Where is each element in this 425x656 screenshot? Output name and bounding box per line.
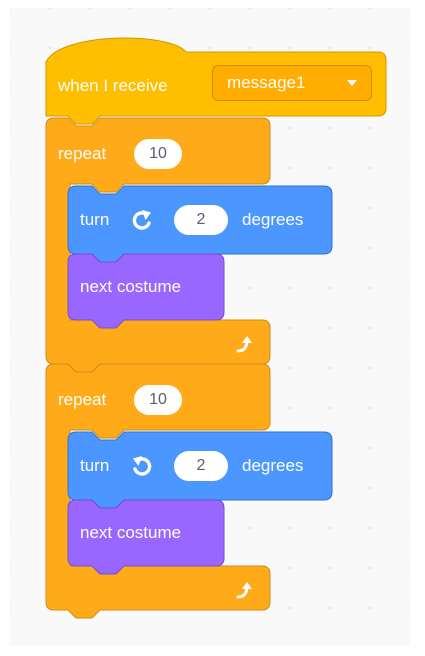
next-costume-label-1: next costume bbox=[80, 277, 182, 296]
degrees-input-1[interactable]: 2 bbox=[174, 205, 228, 235]
repeat-label-2: repeat bbox=[58, 390, 107, 409]
loop-arrow-icon bbox=[236, 582, 252, 599]
repeat-count-input-2[interactable]: 10 bbox=[134, 385, 182, 415]
rotate-clockwise-icon bbox=[132, 210, 151, 230]
rotate-counterclockwise-icon bbox=[133, 456, 152, 476]
when-i-receive-label: when I receive bbox=[58, 76, 168, 95]
loop-arrow-icon bbox=[236, 336, 252, 353]
next-costume-label-2: next costume bbox=[80, 523, 182, 542]
message-dropdown-value: message1 bbox=[227, 73, 306, 92]
turn-label-1: turn bbox=[80, 210, 110, 229]
repeat-label-1: repeat bbox=[58, 144, 107, 163]
repeat-count-input-1[interactable]: 10 bbox=[134, 139, 182, 169]
chevron-down-icon[interactable] bbox=[347, 80, 357, 86]
degrees-input-2[interactable]: 2 bbox=[174, 451, 228, 481]
turn-label-2: turn bbox=[80, 456, 110, 475]
message-dropdown[interactable]: message1 bbox=[212, 65, 372, 101]
degrees-label-1: degrees bbox=[242, 210, 304, 229]
degrees-label-2: degrees bbox=[242, 456, 304, 475]
